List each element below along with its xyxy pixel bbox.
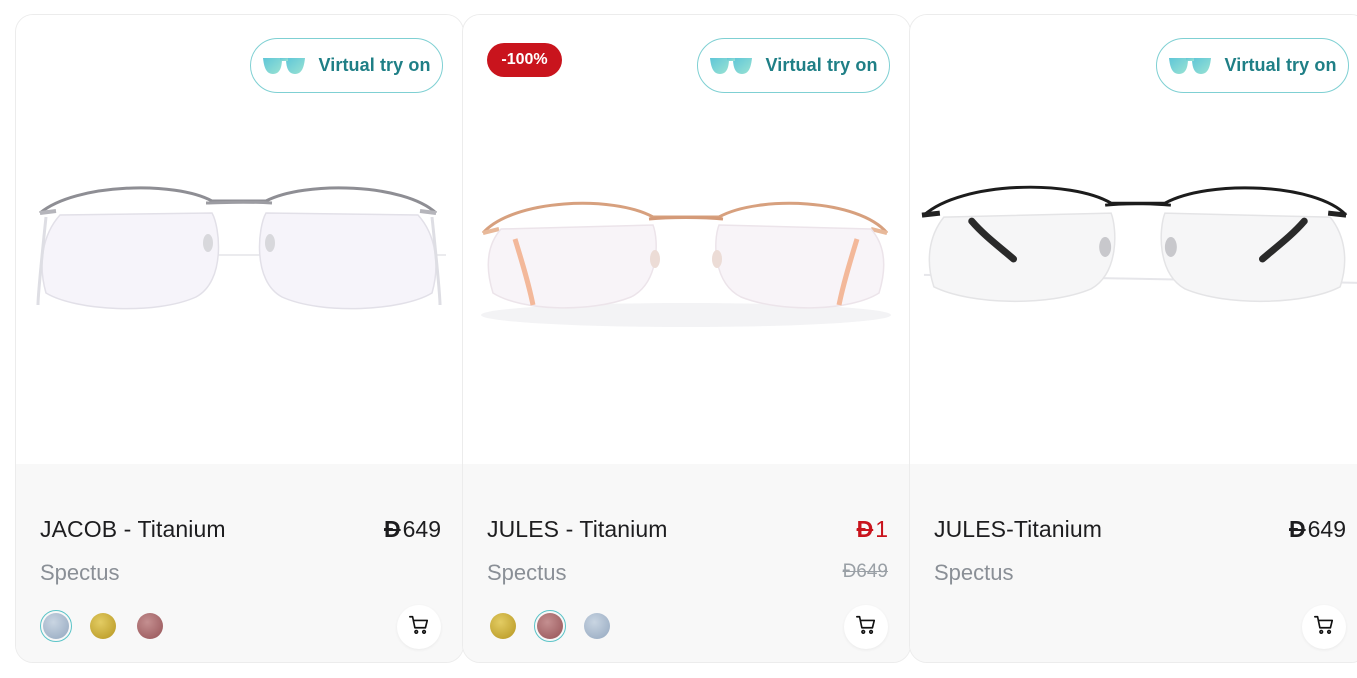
sunglasses-icon xyxy=(1168,55,1212,77)
color-swatches xyxy=(40,610,166,642)
virtual-try-on-button[interactable]: Virtual try on xyxy=(697,38,890,93)
currency-symbol: Đ xyxy=(856,516,874,542)
product-image-area[interactable]: Virtual try on xyxy=(16,15,463,464)
product-image-area[interactable]: -100% Virtual try on xyxy=(463,15,910,464)
virtual-try-on-button[interactable]: Virtual try on xyxy=(1156,38,1349,93)
product-price: Đ 649 xyxy=(384,516,441,543)
currency-symbol: Đ xyxy=(842,561,857,582)
product-name[interactable]: JACOB - Titanium xyxy=(40,516,226,543)
currency-symbol: Đ xyxy=(384,516,401,542)
product-info: JULES-Titanium Đ 649 Spectus xyxy=(910,464,1357,662)
product-info: JACOB - Titanium Đ 649 Spectus xyxy=(16,464,463,662)
product-card[interactable]: Virtual try on JULES-Titanium Đ 649 Spec… xyxy=(909,14,1357,663)
cart-icon xyxy=(855,614,877,641)
product-grid: Virtual try on JACOB - Titanium Đ 649 Sp… xyxy=(15,14,1357,663)
cart-icon xyxy=(1313,614,1335,641)
add-to-cart-button[interactable] xyxy=(844,605,888,649)
color-swatch-gold[interactable] xyxy=(487,610,519,642)
product-card[interactable]: Virtual try on JACOB - Titanium Đ 649 Sp… xyxy=(15,14,464,663)
product-brand: Spectus xyxy=(934,560,1014,585)
product-info: JULES - Titanium Đ 1 Spectus Đ649 xyxy=(463,464,910,662)
sunglasses-icon xyxy=(262,55,306,77)
discount-badge: -100% xyxy=(487,43,562,77)
product-brand: Spectus xyxy=(487,560,567,585)
price-value: 649 xyxy=(402,516,441,542)
price-value: 649 xyxy=(1307,516,1346,542)
product-price: Đ 649 xyxy=(1289,516,1346,543)
product-name[interactable]: JULES - Titanium xyxy=(487,516,668,543)
old-price-value: 649 xyxy=(856,561,888,582)
currency-symbol: Đ xyxy=(1289,516,1306,542)
glasses-image xyxy=(921,185,1357,303)
cart-icon xyxy=(408,614,430,641)
price-value: 1 xyxy=(875,516,888,542)
product-brand: Spectus xyxy=(40,560,120,585)
try-on-label: Virtual try on xyxy=(318,55,431,75)
add-to-cart-button[interactable] xyxy=(397,605,441,649)
color-swatch-rose[interactable] xyxy=(534,610,566,642)
add-to-cart-button[interactable] xyxy=(1302,605,1346,649)
color-swatch-rose[interactable] xyxy=(134,610,166,642)
product-image-area[interactable]: Virtual try on xyxy=(910,15,1357,464)
try-on-label: Virtual try on xyxy=(1224,55,1337,75)
color-swatch-silver-blue[interactable] xyxy=(40,610,72,642)
product-card[interactable]: -100% Virtual try on JULES - Titanium Đ … xyxy=(462,14,911,663)
try-on-label: Virtual try on xyxy=(765,55,878,75)
color-swatches xyxy=(487,610,613,642)
glasses-image xyxy=(481,201,891,327)
sale-price: Đ 1 xyxy=(857,516,888,543)
virtual-try-on-button[interactable]: Virtual try on xyxy=(250,38,443,93)
glasses-image xyxy=(36,186,446,310)
color-swatch-gold[interactable] xyxy=(87,610,119,642)
color-swatch-silver-blue[interactable] xyxy=(581,610,613,642)
sunglasses-icon xyxy=(709,55,753,77)
product-name[interactable]: JULES-Titanium xyxy=(934,516,1102,543)
original-price: Đ649 xyxy=(843,561,888,583)
